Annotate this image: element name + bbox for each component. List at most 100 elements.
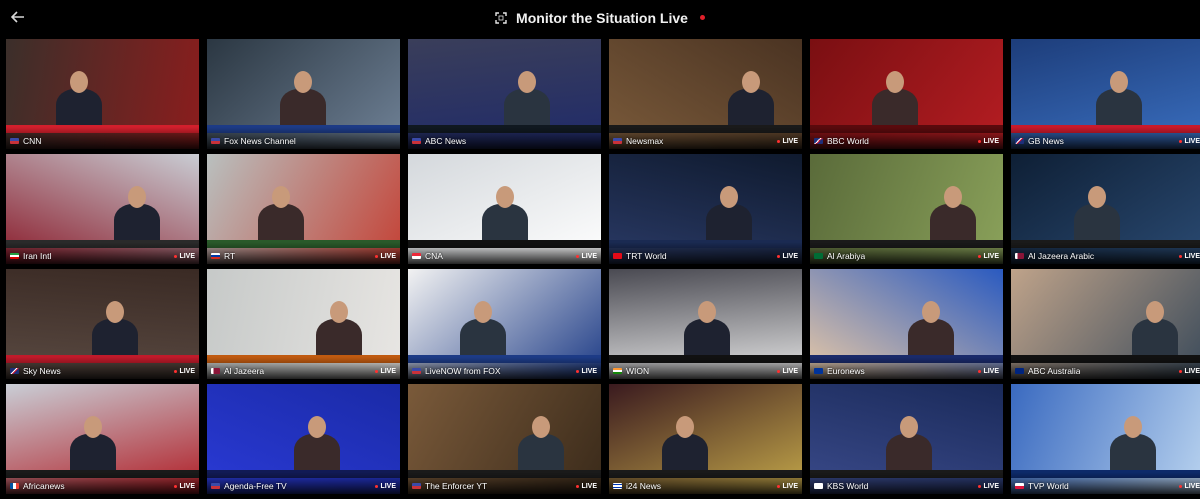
live-badge: LIVE <box>174 483 195 490</box>
channel-tile-al-jazeera[interactable]: Al Jazeera LIVE <box>207 269 400 379</box>
channel-name: TRT World <box>626 251 667 261</box>
presenter-head <box>742 71 760 93</box>
channel-tile-sky-news[interactable]: Sky News LIVE <box>6 269 199 379</box>
channel-name: GB News <box>1028 136 1064 146</box>
channel-tile-i24-news[interactable]: i24 News LIVE <box>609 384 802 494</box>
presenter-figure <box>886 434 932 474</box>
back-button[interactable] <box>8 8 28 26</box>
channel-tile-fox-news-channel[interactable]: Fox News Channel <box>207 39 400 149</box>
channel-tile-agenda-free-tv[interactable]: Agenda-Free TV LIVE <box>207 384 400 494</box>
presenter-figure <box>482 204 528 244</box>
flag-icon <box>10 253 19 259</box>
channel-tile-livenow-from-fox[interactable]: LiveNOW from FOX LIVE <box>408 269 601 379</box>
presenter-head <box>496 186 514 208</box>
channel-name: CNA <box>425 251 443 261</box>
presenter-head <box>944 186 962 208</box>
live-dot-icon <box>978 254 982 258</box>
live-dot-icon <box>576 254 580 258</box>
channel-tile-tvp-world[interactable]: TVP World LIVE <box>1011 384 1200 494</box>
channel-label: Euronews LIVE <box>814 365 999 377</box>
live-text: LIVE <box>983 482 999 490</box>
presenter-figure <box>872 89 918 129</box>
channel-label: TVP World LIVE <box>1015 480 1200 492</box>
presenter-head <box>474 301 492 323</box>
flag-icon <box>412 253 421 259</box>
channel-tile-al-jazeera-arabic[interactable]: Al Jazeera Arabic LIVE <box>1011 154 1200 264</box>
live-text: LIVE <box>782 252 798 260</box>
presenter-figure <box>258 204 304 244</box>
live-dot-icon <box>777 139 781 143</box>
channel-label: ABC News <box>412 135 597 147</box>
channel-tile-gb-news[interactable]: GB News LIVE <box>1011 39 1200 149</box>
presenter-figure <box>706 204 752 244</box>
channel-label: CNA LIVE <box>412 250 597 262</box>
flag-icon <box>613 253 622 259</box>
channel-tile-abc-news[interactable]: ABC News <box>408 39 601 149</box>
fullscreen-icon[interactable] <box>495 11 507 24</box>
flag-icon <box>10 368 19 374</box>
flag-icon <box>814 138 823 144</box>
channel-name: Fox News Channel <box>224 136 296 146</box>
arrow-left-icon <box>11 11 24 23</box>
presenter-head <box>308 416 326 438</box>
channel-tile-kbs-world[interactable]: KBS World LIVE <box>810 384 1003 494</box>
channel-tile-the-enforcer-yt[interactable]: The Enforcer YT LIVE <box>408 384 601 494</box>
live-badge: LIVE <box>777 138 798 145</box>
channel-tile-iran-intl[interactable]: Iran Intl LIVE <box>6 154 199 264</box>
presenter-head <box>922 301 940 323</box>
live-badge: LIVE <box>777 253 798 260</box>
channel-name: Al Jazeera Arabic <box>1028 251 1095 261</box>
presenter-figure <box>294 434 340 474</box>
flag-icon <box>613 138 622 144</box>
presenter-head <box>1088 186 1106 208</box>
channel-tile-cna[interactable]: CNA LIVE <box>408 154 601 264</box>
live-dot-icon <box>777 254 781 258</box>
channel-tile-bbc-world[interactable]: BBC World LIVE <box>810 39 1003 149</box>
channel-tile-wion[interactable]: WION LIVE <box>609 269 802 379</box>
presenter-figure <box>684 319 730 359</box>
channel-name: ABC News <box>425 136 467 146</box>
presenter-head <box>272 186 290 208</box>
live-dot-icon <box>978 484 982 488</box>
live-dot-icon <box>1179 484 1183 488</box>
live-badge: LIVE <box>576 368 597 375</box>
channel-label: Africanews LIVE <box>10 480 195 492</box>
live-dot-icon <box>1179 369 1183 373</box>
live-text: LIVE <box>1184 252 1200 260</box>
presenter-head <box>886 71 904 93</box>
live-badge: LIVE <box>375 483 396 490</box>
channel-name: KBS World <box>827 481 869 491</box>
flag-icon <box>211 138 220 144</box>
presenter-head <box>106 301 124 323</box>
live-dot-icon <box>576 484 580 488</box>
live-dot-icon <box>375 484 379 488</box>
channel-tile-cnn[interactable]: CNN <box>6 39 199 149</box>
presenter-figure <box>460 319 506 359</box>
live-dot-icon <box>174 369 178 373</box>
channel-label: RT LIVE <box>211 250 396 262</box>
presenter-figure <box>316 319 362 359</box>
presenter-figure <box>1132 319 1178 359</box>
presenter-figure <box>114 204 160 244</box>
presenter-head <box>70 71 88 93</box>
flag-icon <box>814 483 823 489</box>
live-text: LIVE <box>1184 137 1200 145</box>
channel-name: Agenda-Free TV <box>224 481 287 491</box>
channel-tile-abc-australia[interactable]: ABC Australia LIVE <box>1011 269 1200 379</box>
title-group: Monitor the Situation Live <box>495 10 705 26</box>
channel-tile-rt[interactable]: RT LIVE <box>207 154 400 264</box>
channel-tile-euronews[interactable]: Euronews LIVE <box>810 269 1003 379</box>
channel-label: Agenda-Free TV LIVE <box>211 480 396 492</box>
channel-tile-al-arabiya[interactable]: Al Arabiya LIVE <box>810 154 1003 264</box>
page-title: Monitor the Situation Live <box>516 9 688 26</box>
channel-label: Iran Intl LIVE <box>10 250 195 262</box>
channel-label: i24 News LIVE <box>613 480 798 492</box>
live-dot-icon <box>777 369 781 373</box>
channel-name: TVP World <box>1028 481 1069 491</box>
live-text: LIVE <box>782 482 798 490</box>
channel-tile-trt-world[interactable]: TRT World LIVE <box>609 154 802 264</box>
presenter-figure <box>662 434 708 474</box>
channel-tile-newsmax[interactable]: Newsmax LIVE <box>609 39 802 149</box>
channel-tile-africanews[interactable]: Africanews LIVE <box>6 384 199 494</box>
live-badge: LIVE <box>1179 138 1200 145</box>
